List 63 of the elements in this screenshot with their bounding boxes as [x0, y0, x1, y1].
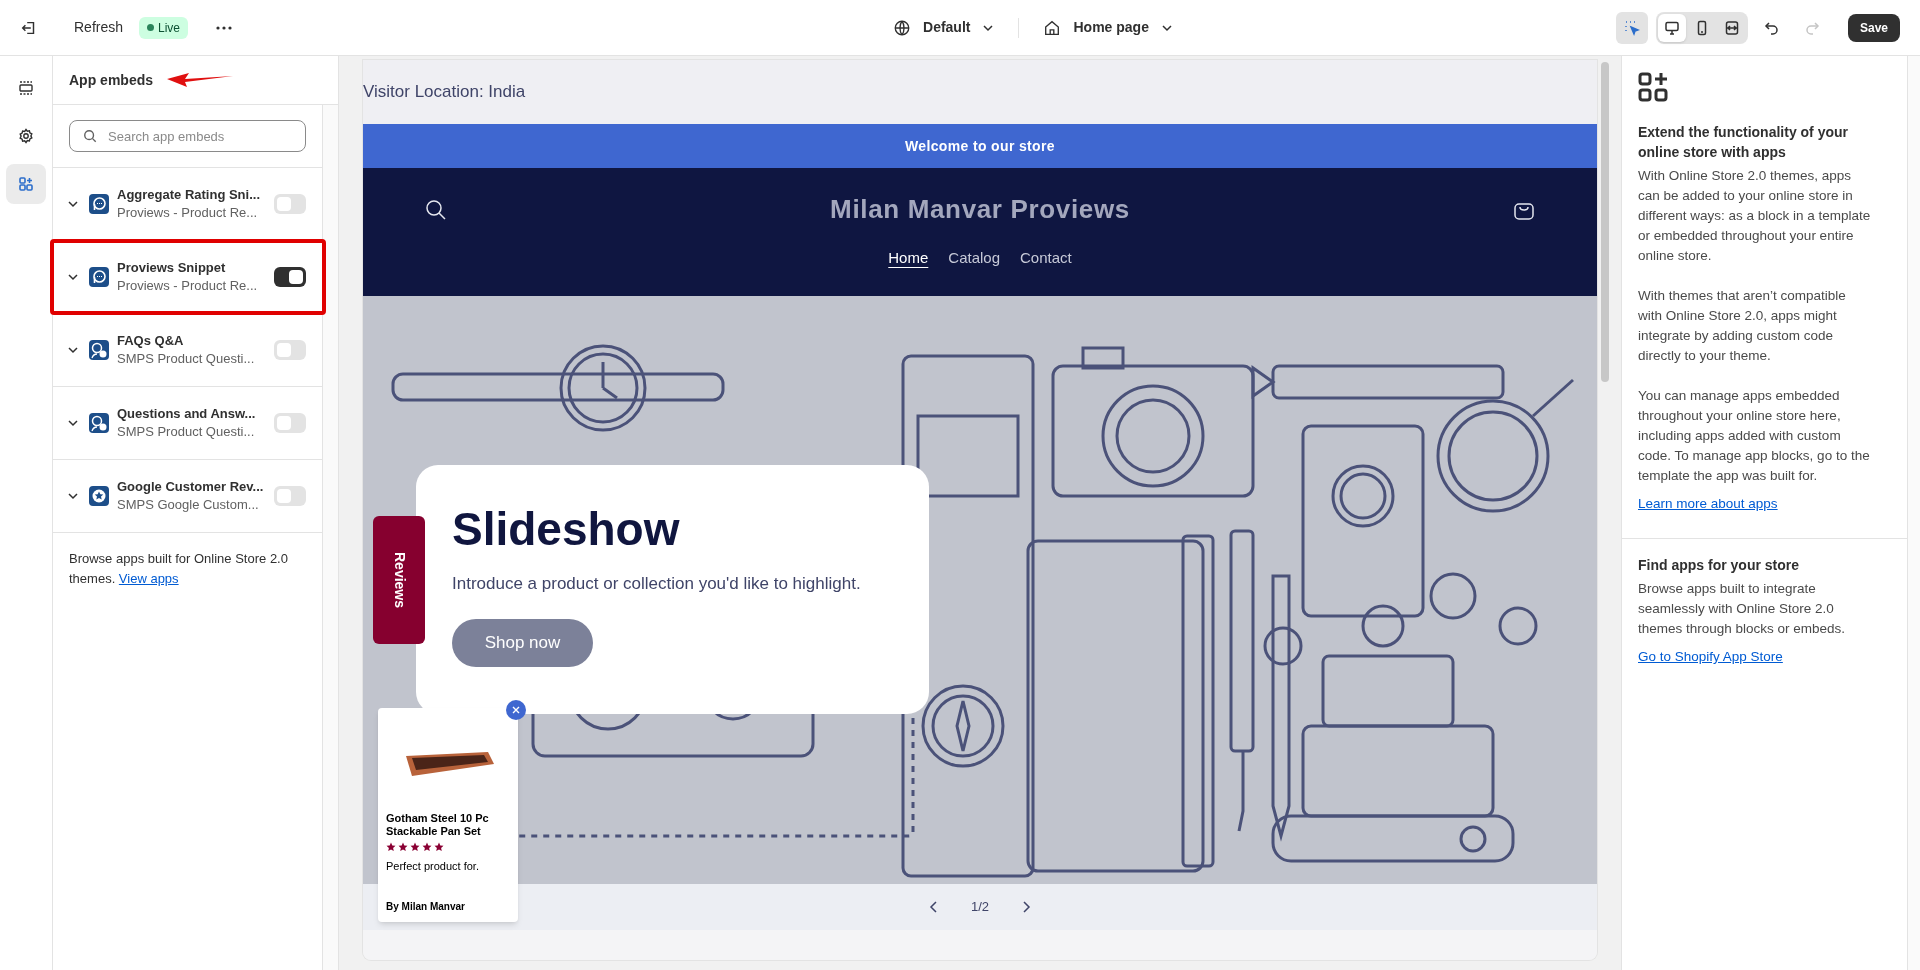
slide-counter: 1/2: [970, 898, 990, 917]
question-answer-icon: [89, 340, 109, 360]
refresh-button[interactable]: Refresh: [74, 17, 124, 38]
toggle-switch[interactable]: [274, 486, 306, 506]
info-paragraph: You can manage apps embedded throughout your online store here, including apps added with custom code. To manage app blocks, go to the template the app was built for.: [1638, 387, 1871, 485]
embed-subtitle: Proviews - Product Re...: [117, 277, 259, 295]
nav-link[interactable]: Home: [888, 247, 929, 270]
app-store-link[interactable]: Go to Shopify App Store: [1638, 647, 1783, 668]
info-paragraph: With Online Store 2.0 themes, apps can be added to your online store in different ways: as a block in a template or embedded throughout your entire online store.: [1638, 167, 1872, 265]
announcement-text: Welcome to our store: [905, 136, 1055, 156]
product-name: Gotham Steel 10 Pc Stackable Pan Set: [386, 812, 490, 838]
visitor-location-text: Visitor Location: India: [363, 81, 526, 104]
review-text: Perfect product for.: [386, 859, 480, 874]
apps-icon: [1638, 72, 1668, 102]
panel-title: App embeds: [69, 70, 153, 90]
nav-link[interactable]: Catalog: [948, 247, 1000, 270]
slideshow-title: Slideshow: [452, 503, 680, 555]
info-paragraph: With themes that aren’t compatible with Online Store 2.0, apps might integrate by adding custom code directly to your theme.: [1638, 287, 1847, 365]
embed-subtitle: SMPS Product Questi...: [117, 350, 256, 368]
search-icon[interactable]: [425, 198, 447, 221]
scrollbar-thumb[interactable]: [1601, 62, 1609, 382]
chevron-left-icon[interactable]: [928, 901, 939, 913]
chat-bubble-icon: [89, 267, 109, 287]
embed-title: Aggregate Rating Sni...: [117, 186, 261, 204]
search-field[interactable]: Search app embeds: [69, 120, 306, 152]
chat-bubble-icon: [89, 194, 109, 214]
toggle-switch[interactable]: [274, 267, 306, 287]
status-badge: Live: [139, 16, 189, 39]
star-icon: [89, 486, 109, 506]
find-apps-text: Browse apps built to integrate seamlessly with Online Store 2.0 themes through blocks or embeds.: [1638, 580, 1847, 639]
save-button[interactable]: Save: [1847, 13, 1900, 42]
browse-apps-text: Browse apps built for Online Store 2.0 themes. View apps: [68, 550, 289, 588]
toggle-switch[interactable]: [274, 340, 306, 360]
embed-title: Proviews Snippet: [117, 259, 227, 277]
info-heading: Extend the functionality of your online store with apps: [1638, 123, 1849, 162]
find-apps-heading: Find apps for your store: [1638, 556, 1799, 576]
slideshow-text: Introduce a product or collection you'd like to highlight.: [452, 573, 861, 595]
store-name: Milan Manvar Proviews: [830, 193, 1130, 226]
question-answer-icon: [89, 413, 109, 433]
review-author: By Milan Manvar: [386, 900, 466, 914]
desktop-icon[interactable]: [1657, 13, 1686, 42]
nav-link[interactable]: Contact: [1020, 247, 1072, 270]
home-icon: [1043, 18, 1062, 37]
more-icon: [215, 24, 234, 31]
chevron-right-icon[interactable]: [1021, 901, 1032, 913]
embed-title: FAQs Q&A: [117, 332, 185, 350]
embed-title: Google Customer Rev...: [117, 478, 265, 496]
search-icon: [83, 129, 97, 143]
page-dropdown[interactable]: Home page: [1043, 17, 1173, 38]
embed-subtitle: SMPS Product Questi...: [117, 423, 256, 441]
globe-icon: [893, 18, 911, 37]
shop-now-button[interactable]: Shop now: [452, 618, 593, 667]
view-apps-link[interactable]: View apps: [118, 571, 179, 586]
theme-dropdown[interactable]: Default: [893, 17, 995, 38]
apps-icon[interactable]: [6, 164, 46, 204]
reviews-tab[interactable]: Reviews: [373, 516, 425, 644]
toggle-switch[interactable]: [274, 194, 306, 214]
learn-more-link[interactable]: Learn more about apps: [1638, 494, 1778, 515]
toggle-switch[interactable]: [274, 413, 306, 433]
embed-subtitle: SMPS Google Custom...: [117, 496, 260, 514]
inspector-icon[interactable]: [1615, 11, 1648, 44]
embed-title: Questions and Answ...: [117, 405, 257, 423]
embed-subtitle: Proviews - Product Re...: [117, 204, 259, 222]
